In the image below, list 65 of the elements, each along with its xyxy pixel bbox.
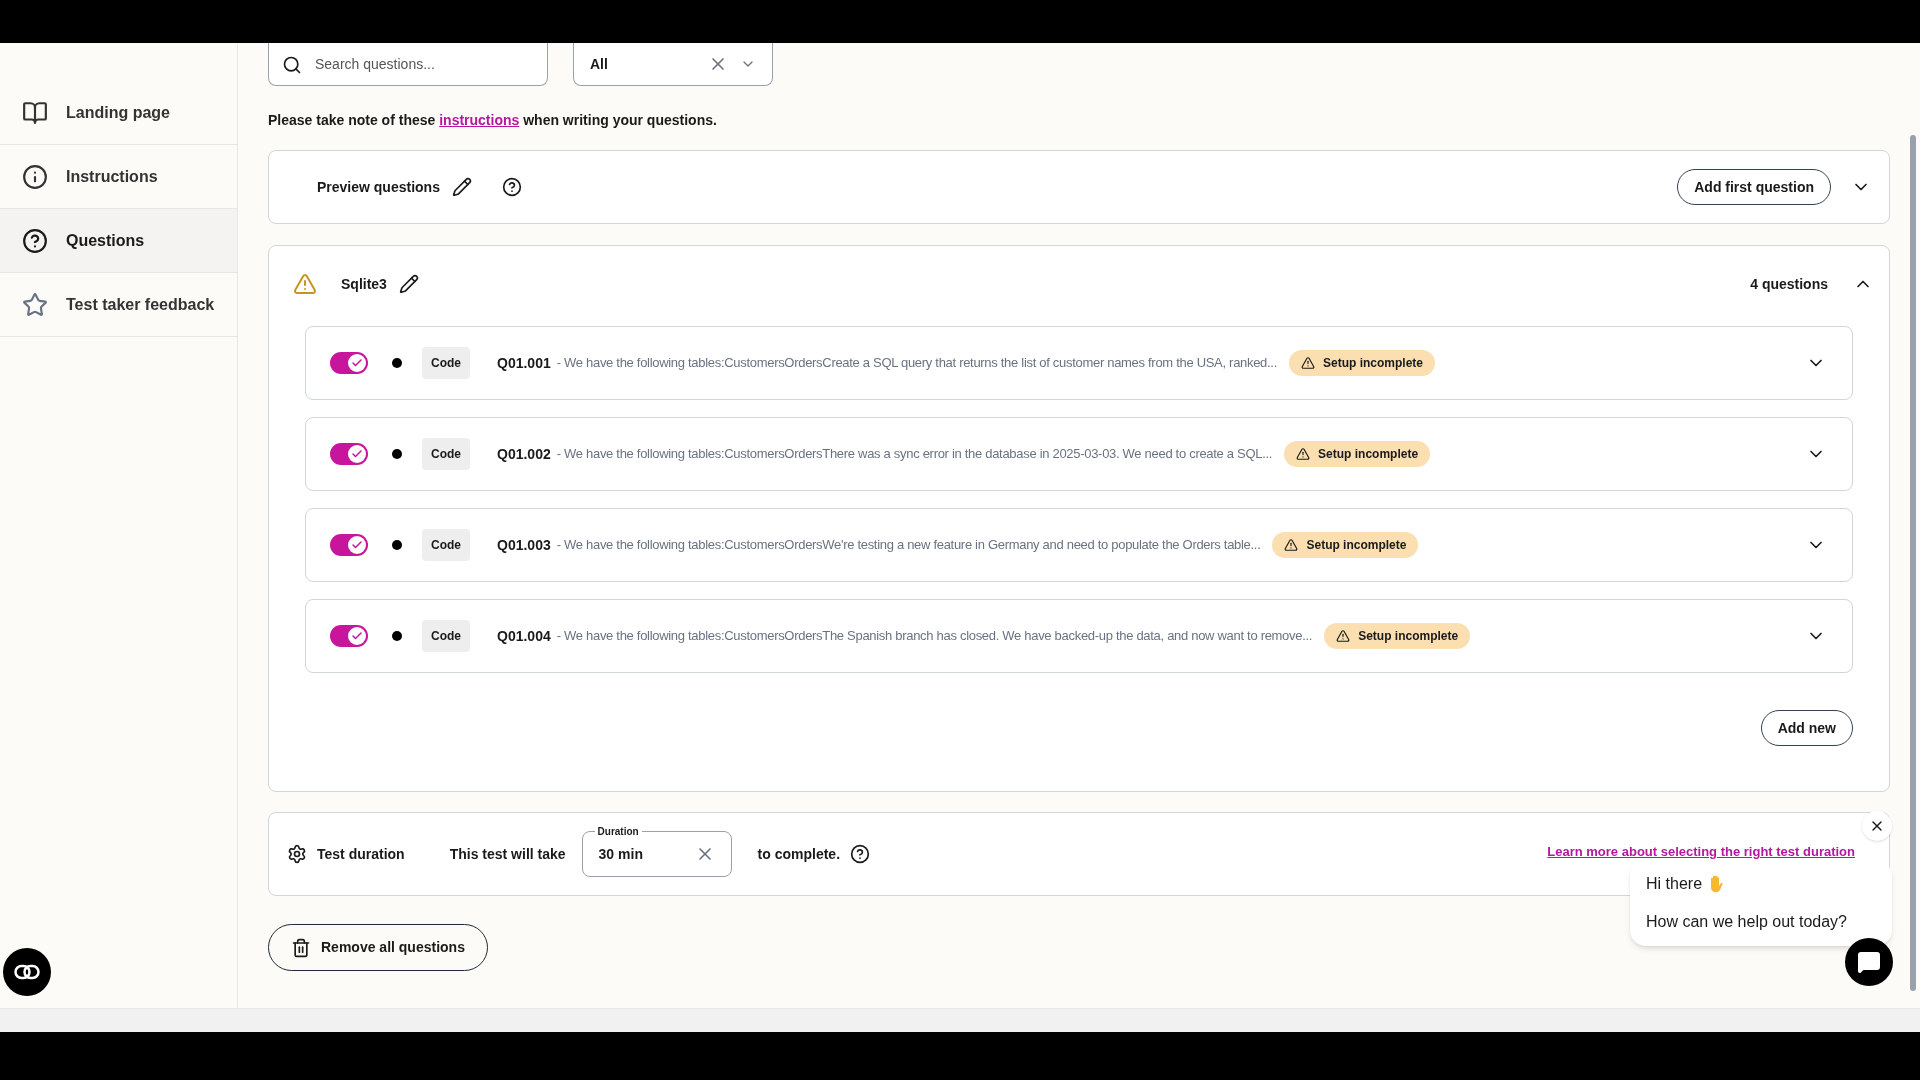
chat-button[interactable] bbox=[1845, 938, 1893, 986]
check-icon bbox=[351, 630, 363, 642]
chat-icon bbox=[1857, 950, 1881, 974]
warning-icon bbox=[1301, 356, 1315, 370]
type-tag: Code bbox=[422, 529, 470, 561]
question-id: Q01.003 bbox=[497, 535, 551, 555]
preview-title: Preview questions bbox=[317, 177, 440, 197]
question-text: - We have the following tables:CustomersOrdersCreate a SQL query that returns the list of customer names from the USA, ranked... bbox=[556, 354, 1277, 373]
question-id: Q01.004 bbox=[497, 626, 551, 646]
question-id: Q01.002 bbox=[497, 444, 551, 464]
status-badge: Setup incomplete bbox=[1284, 441, 1431, 467]
info-icon bbox=[22, 163, 48, 190]
status-badge: Setup incomplete bbox=[1324, 623, 1471, 649]
type-tag: Code bbox=[422, 347, 470, 379]
sidebar-item[interactable]: Landing page bbox=[0, 81, 237, 145]
pencil-icon[interactable] bbox=[451, 177, 472, 197]
toggle-switch[interactable] bbox=[330, 625, 368, 647]
question-text: - We have the following tables:CustomersOrdersWe're testing a new feature in Germany and need to populate the Orders table... bbox=[556, 536, 1261, 555]
question-id: Q01.001 bbox=[497, 353, 551, 373]
help-icon bbox=[22, 227, 48, 254]
duration-title: Test duration bbox=[317, 844, 405, 864]
type-select[interactable]: All bbox=[573, 43, 773, 86]
learn-more-link[interactable]: Learn more about selecting the right test duration bbox=[1547, 842, 1855, 862]
book-icon bbox=[22, 99, 48, 126]
chat-message: How can we help out today? bbox=[1646, 912, 1848, 932]
accessibility-button[interactable] bbox=[3, 948, 51, 996]
check-icon bbox=[351, 539, 363, 551]
question-text: - We have the following tables:CustomersOrdersThe Spanish branch has closed. We have backed-up the data, and now want to remove... bbox=[556, 627, 1313, 646]
sidebar-item[interactable]: Questions bbox=[0, 209, 237, 273]
question-row[interactable]: Code Q01.004 - We have the following tables:CustomersOrdersThe Spanish branch has closed. We have backed-up the data, and now want to remove... Setup incomplete bbox=[305, 599, 1853, 673]
star-icon bbox=[22, 291, 48, 318]
help-icon[interactable] bbox=[501, 177, 522, 197]
section-title: Sqlite3 bbox=[341, 274, 387, 294]
search-field[interactable]: Search questions... bbox=[268, 43, 548, 86]
question-row[interactable]: Code Q01.002 - We have the following tables:CustomersOrdersThere was a sync error in the database in 2025-03-03. We need to create a SQL... Setup incomplete bbox=[305, 417, 1853, 491]
instructions-link[interactable]: instructions bbox=[439, 112, 520, 128]
pencil-icon[interactable] bbox=[398, 274, 419, 294]
instruction-note: Please take note of these instructions when writing your questions. bbox=[268, 111, 718, 130]
status-badge: Setup incomplete bbox=[1272, 532, 1419, 558]
status-badge: Setup incomplete bbox=[1289, 350, 1435, 376]
duration-text: to complete. bbox=[757, 844, 841, 864]
check-icon bbox=[351, 448, 363, 460]
toggle-switch[interactable] bbox=[330, 352, 368, 374]
question-count: 4 questions bbox=[1750, 274, 1828, 294]
toggle-switch[interactable] bbox=[330, 534, 368, 556]
question-row[interactable]: Code Q01.003 - We have the following tables:CustomersOrdersWe're testing a new feature in Germany and need to populate the Orders table... Setup incomplete bbox=[305, 508, 1853, 582]
type-tag: Code bbox=[422, 620, 470, 652]
search-icon bbox=[282, 55, 302, 75]
trash-icon bbox=[291, 937, 311, 958]
duration-text: This test will take bbox=[449, 844, 566, 864]
question-row[interactable]: Code Q01.001 - We have the following tables:CustomersOrdersCreate a SQL query that returns the list of customer names from the USA, ranked... Setup incomplete bbox=[305, 326, 1853, 400]
warning-icon bbox=[1336, 629, 1351, 643]
type-tag: Code bbox=[422, 438, 470, 470]
warning-icon bbox=[1284, 538, 1299, 552]
check-icon bbox=[351, 357, 363, 369]
link-icon bbox=[14, 964, 40, 980]
toggle-switch[interactable] bbox=[330, 443, 368, 465]
waving-hand-icon bbox=[1708, 875, 1725, 893]
gear-icon bbox=[287, 844, 307, 864]
chat-greeting: Hi there bbox=[1646, 874, 1703, 894]
close-chat-button[interactable] bbox=[1862, 811, 1892, 841]
help-icon[interactable] bbox=[850, 844, 871, 864]
sidebar-item[interactable]: Test taker feedback bbox=[0, 273, 237, 337]
question-text: - We have the following tables:CustomersOrdersThere was a sync error in the database in 2025-03-03. We need to create a SQL... bbox=[556, 445, 1273, 464]
warning-icon bbox=[1296, 447, 1311, 461]
